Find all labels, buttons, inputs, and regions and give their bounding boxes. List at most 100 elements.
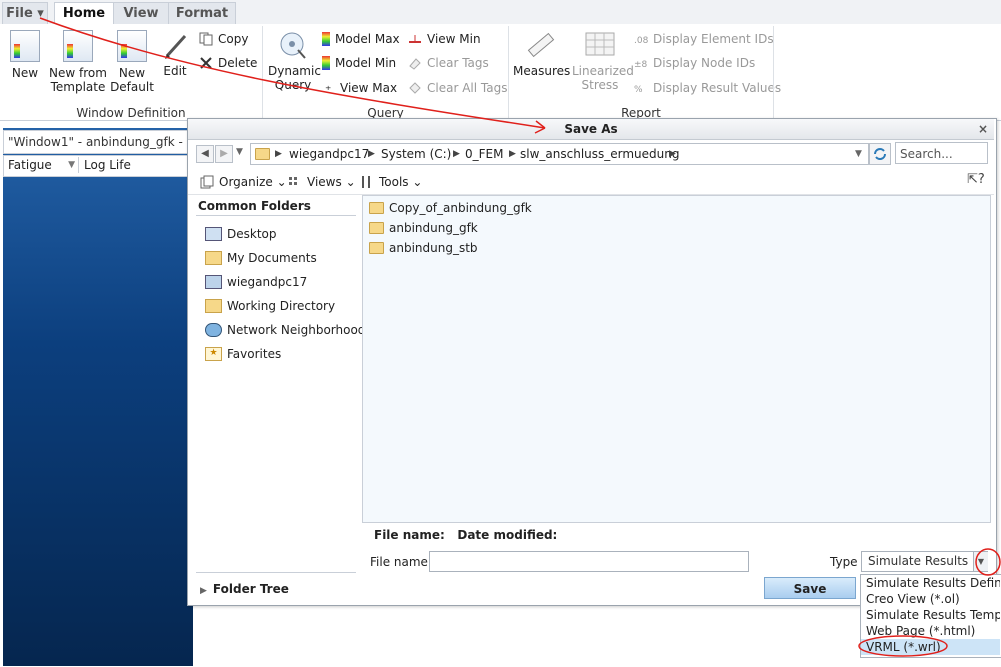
edit-label: Edit [163, 64, 187, 78]
views-menu[interactable]: Views ⌄ [288, 173, 356, 191]
display-result-values-label: Display Result Values [653, 81, 782, 95]
breadcrumb-item[interactable]: slw_anschluss_ermuedung [520, 144, 680, 164]
clear-all-tags-button[interactable]: Clear All Tags [408, 79, 507, 97]
display-result-values-button[interactable]: % Display Result Values [634, 79, 781, 97]
forward-arrow-icon[interactable]: ▶ [215, 145, 233, 163]
new-label: New [11, 66, 39, 80]
breadcrumb-item[interactable]: System (C:) [381, 144, 451, 164]
close-button[interactable]: × [975, 120, 991, 138]
help-cursor-icon[interactable]: ⇱? [967, 172, 985, 187]
column-date-modified[interactable]: Date modified: [457, 528, 557, 542]
common-folder-desktop[interactable]: Desktop [205, 225, 277, 243]
common-folder-label: Working Directory [227, 299, 336, 313]
common-folder-favorites[interactable]: ★ Favorites [205, 345, 281, 363]
model-max-label: Model Max [335, 32, 400, 46]
delete-label: Delete [218, 56, 258, 70]
chevron-down-icon: ⌄ [412, 175, 423, 189]
measures-label: Measures [513, 64, 571, 78]
chevron-down-icon: ⌄ [276, 175, 287, 189]
model-min-label: Model Min [335, 56, 397, 70]
common-folder-label: wiegandpc17 [227, 275, 308, 289]
new-default-button[interactable]: New Default [110, 30, 154, 94]
dialog-title: Save As [188, 119, 994, 140]
organize-label: Organize [219, 175, 273, 189]
new-from-template-button[interactable]: New from Template [48, 30, 108, 94]
type-option[interactable]: Creo View (*.ol) [866, 591, 1000, 607]
clear-tags-button[interactable]: Clear Tags [408, 54, 489, 72]
type-option[interactable]: Simulate Results Templa [866, 607, 1000, 623]
divider [196, 572, 356, 573]
address-bar[interactable]: ▶ wiegandpc17 ▶ System (C:) ▶ 0_FEM ▶ sl… [250, 143, 869, 165]
model-min-icon [322, 55, 330, 70]
breadcrumb-item[interactable]: 0_FEM [465, 144, 503, 164]
common-folder-label: Desktop [227, 227, 277, 241]
edit-button[interactable]: Edit [158, 30, 192, 78]
delete-x-icon [199, 56, 213, 70]
list-item[interactable]: Copy_of_anbindung_gfk [369, 199, 532, 217]
clear-all-tags-label: Clear All Tags [427, 81, 508, 95]
file-name: anbindung_gfk [389, 221, 478, 235]
common-folder-my-documents[interactable]: My Documents [205, 249, 317, 267]
dynamic-query-button[interactable]: Dynamic Query [268, 30, 321, 92]
list-item[interactable]: anbindung_gfk [369, 219, 478, 237]
tab-format[interactable]: Format [168, 2, 236, 24]
folder-icon [255, 148, 270, 160]
fatigue-selector[interactable]: Fatigue ▼ [8, 157, 79, 173]
results-window-canvas[interactable] [3, 128, 193, 666]
type-option-selected[interactable]: VRML (*.wrl) [861, 639, 1000, 655]
search-input[interactable]: Search... [895, 142, 988, 164]
common-folder-working-directory[interactable]: Working Directory [205, 297, 335, 315]
refresh-icon[interactable] [869, 143, 891, 165]
type-dropdown-chevron-icon[interactable]: ▼ [973, 552, 988, 571]
dynamic-query-label-1: Dynamic [268, 64, 321, 78]
display-node-ids-button[interactable]: ±8 Display Node IDs [634, 54, 755, 72]
common-folder-network[interactable]: Network Neighborhood [205, 321, 365, 339]
organize-menu[interactable]: Organize ⌄ [200, 173, 287, 191]
copy-icon [199, 32, 213, 46]
folder-icon [369, 221, 384, 234]
back-arrow-icon[interactable]: ◀ [196, 145, 214, 163]
history-chevron-down-icon[interactable]: ▼ [236, 147, 243, 157]
display-element-ids-button[interactable]: .08 Display Element IDs [634, 30, 774, 48]
view-max-button[interactable]: ⁺ View Max [325, 79, 397, 97]
folder-icon [369, 241, 384, 254]
tab-view[interactable]: View [113, 2, 169, 24]
delete-button[interactable]: Delete [199, 54, 257, 72]
type-option[interactable]: Simulate Results Definiti [866, 575, 1000, 591]
model-min-button[interactable]: Model Min [322, 54, 396, 72]
breadcrumb-separator-icon: ▶ [509, 149, 516, 159]
copy-label: Copy [218, 32, 249, 46]
file-menu-tab[interactable]: File ▾ [2, 2, 48, 24]
chevron-down-icon: ⌄ [345, 175, 356, 189]
tools-menu[interactable]: Tools ⌄ [360, 173, 422, 191]
type-option[interactable]: Web Page (*.html) [866, 623, 1000, 639]
save-button[interactable]: Save [764, 577, 856, 599]
default-window-icon [117, 30, 147, 62]
model-max-button[interactable]: Model Max [322, 30, 400, 48]
copy-button[interactable]: Copy [199, 30, 248, 48]
new-button[interactable]: New [8, 30, 42, 80]
list-item[interactable]: anbindung_stb [369, 239, 478, 257]
type-select[interactable]: Simulate Results De [861, 551, 988, 572]
address-dropdown-icon[interactable]: ▼ [855, 144, 862, 164]
expand-arrow-icon: ▶ [200, 586, 207, 596]
breadcrumb-item[interactable]: wiegandpc17 [289, 144, 369, 164]
common-folders-heading: Common Folders [198, 199, 311, 213]
folder-tree-toggle[interactable]: ▶ Folder Tree [200, 580, 289, 598]
measures-button[interactable]: Measures [513, 30, 571, 78]
folder-tree-label: Folder Tree [212, 582, 289, 596]
new-default-label-1: New [118, 66, 146, 80]
breadcrumb-separator-icon: ▶ [368, 149, 375, 159]
column-file-name[interactable]: File name: [374, 528, 445, 542]
views-icon [288, 175, 302, 189]
tools-icon [360, 175, 374, 189]
display-element-ids-label: Display Element IDs [653, 32, 774, 46]
view-min-button[interactable]: View Min [408, 30, 481, 48]
linearized-stress-button[interactable]: Linearized Stress [572, 30, 634, 92]
tab-home[interactable]: Home [54, 2, 114, 26]
log-life-selector[interactable]: Log Life [84, 157, 131, 173]
clear-tags-label: Clear Tags [427, 56, 489, 70]
common-folder-computer[interactable]: wiegandpc17 [205, 273, 307, 291]
file-name-input[interactable] [429, 551, 749, 572]
grid-icon [585, 30, 615, 60]
